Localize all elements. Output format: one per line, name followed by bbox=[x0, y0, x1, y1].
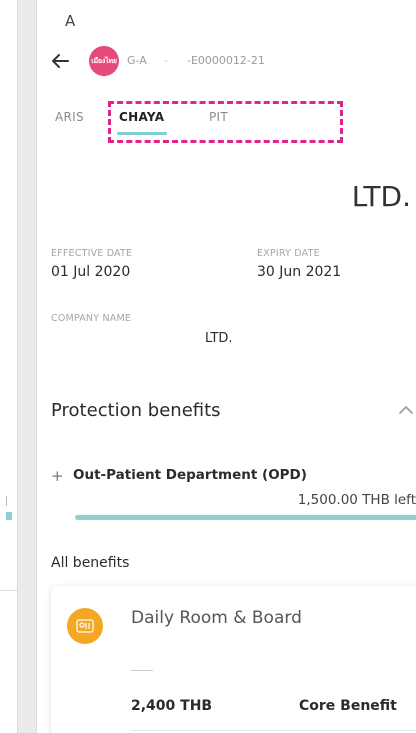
protection-benefits-title: Protection benefits bbox=[51, 400, 221, 421]
adjacent-screen-edge bbox=[0, 0, 18, 733]
insurer-logo-text: เมืองไทย bbox=[91, 56, 117, 65]
adjacent-screen-divider bbox=[0, 590, 18, 591]
bed-icon-glyph bbox=[76, 619, 94, 633]
company-title: LTD. bbox=[351, 180, 411, 213]
expand-plus-icon[interactable]: + bbox=[51, 467, 64, 485]
insurer-logo: เมืองไทย bbox=[89, 46, 119, 76]
tabs-highlight-annotation bbox=[108, 101, 343, 143]
tab-aris[interactable]: ARIS bbox=[55, 110, 84, 124]
company-name-value: LTD. bbox=[205, 331, 233, 346]
policy-separator: - bbox=[164, 54, 168, 67]
opd-usage-progress-bar bbox=[75, 515, 416, 520]
policy-number: -E0000012-21 bbox=[187, 54, 265, 67]
expiry-date-value: 30 Jun 2021 bbox=[257, 264, 342, 280]
benefit-card[interactable]: Daily Room & Board 2,400 THB Core Benefi… bbox=[51, 586, 416, 733]
chevron-up-icon[interactable] bbox=[396, 402, 416, 418]
benefit-type: Core Benefit bbox=[299, 698, 397, 714]
adjacent-screen-progress-fragment bbox=[6, 512, 12, 520]
effective-date-label: EFFECTIVE DATE bbox=[51, 248, 133, 259]
benefit-title: Daily Room & Board bbox=[131, 608, 302, 628]
company-name-label: COMPANY NAME bbox=[51, 313, 132, 324]
back-arrow-icon[interactable] bbox=[49, 50, 71, 72]
effective-date-value: 01 Jul 2020 bbox=[51, 264, 131, 280]
policy-detail-screen: A เมืองไทย G-A - -E0000012-21 ARIS CHAYA… bbox=[36, 0, 416, 733]
adjacent-screen-fragment bbox=[6, 496, 12, 506]
expiry-date-label: EXPIRY DATE bbox=[257, 248, 320, 259]
card-divider bbox=[131, 670, 153, 671]
card-bottom-divider bbox=[131, 730, 416, 731]
policy-group: G-A bbox=[127, 54, 147, 67]
opd-remaining-amount: 1,500.00 THB left bbox=[297, 492, 416, 508]
bed-icon bbox=[67, 608, 103, 644]
benefit-amount: 2,400 THB bbox=[131, 698, 213, 714]
opd-benefit-label[interactable]: Out-Patient Department (OPD) bbox=[73, 467, 307, 483]
screen-top-label: A bbox=[65, 12, 76, 30]
all-benefits-title: All benefits bbox=[51, 555, 130, 571]
